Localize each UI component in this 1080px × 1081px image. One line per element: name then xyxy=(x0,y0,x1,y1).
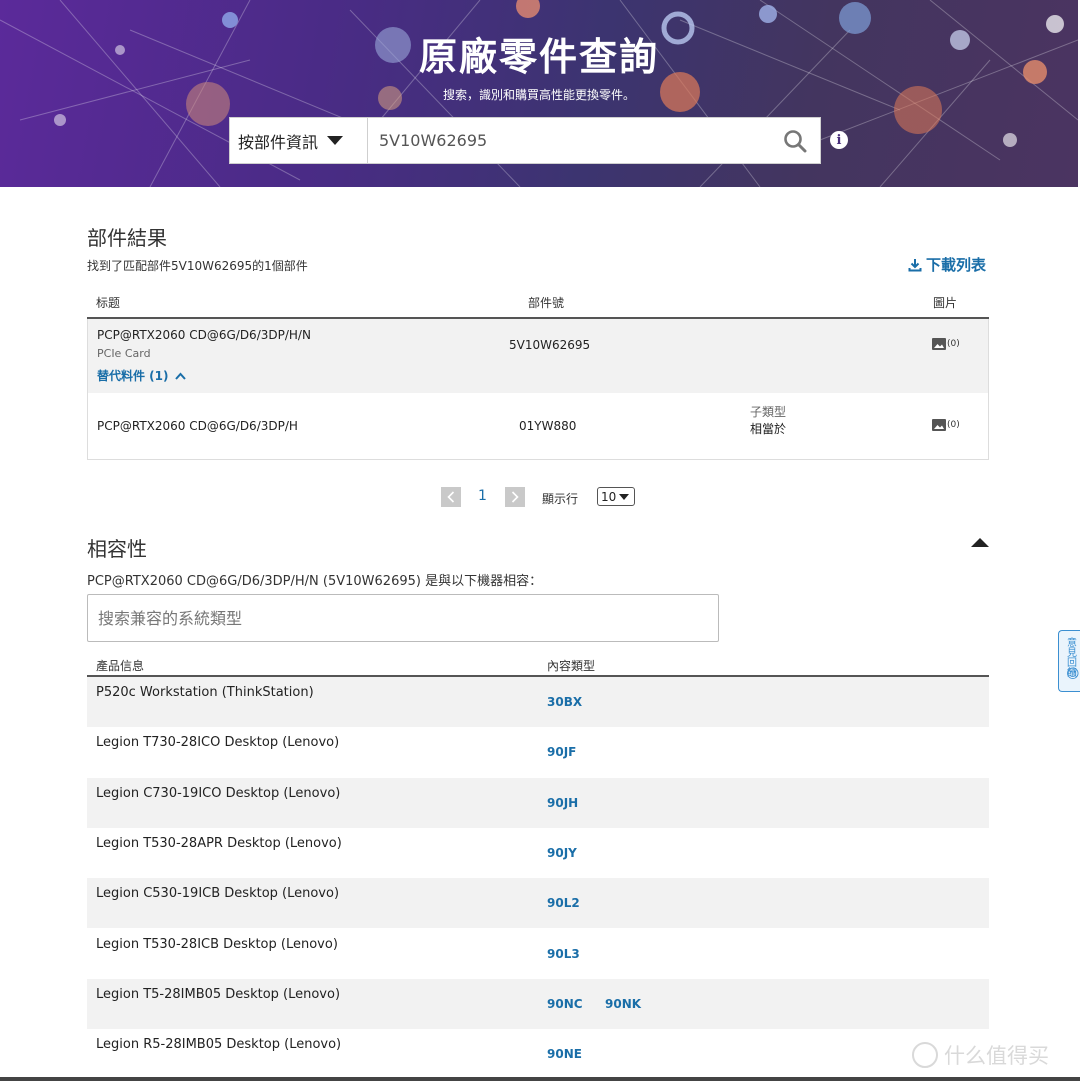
alternate-parts-label: 替代料件 (1) xyxy=(97,369,169,383)
product-name: Legion C530-19ICB Desktop (Lenovo) xyxy=(96,886,340,902)
machine-type-link[interactable]: 90NE xyxy=(547,1047,582,1061)
caret-down-icon xyxy=(327,136,344,145)
image-count: (0) xyxy=(947,339,960,349)
caret-down-icon xyxy=(619,493,630,500)
chevron-left-icon xyxy=(447,491,455,503)
bottom-border xyxy=(0,1077,1080,1081)
alt-part-title: PCP@RTX2060 CD@6G/D6/3DP/H xyxy=(97,419,298,433)
feedback-tab[interactable]: 意見回饋 ☺ xyxy=(1058,630,1080,692)
collapse-icon[interactable] xyxy=(971,538,989,547)
machine-type-link[interactable]: 90JF xyxy=(547,745,576,759)
part-number: 5V10W62695 xyxy=(509,338,591,352)
download-icon xyxy=(908,258,922,271)
col-image: 圖片 xyxy=(933,296,958,310)
product-name: P520c Workstation (ThinkStation) xyxy=(96,685,314,700)
alternate-parts-toggle[interactable]: 替代料件 (1) xyxy=(97,367,186,384)
product-name: Legion T530-28APR Desktop (Lenovo) xyxy=(96,835,342,851)
results-table: PCP@RTX2060 CD@6G/D6/3DP/H/N PCIe Card 替… xyxy=(87,319,989,460)
subtype-label: 子類型 xyxy=(750,405,787,419)
part-image-link[interactable]: (0) xyxy=(932,338,960,350)
table-row: PCP@RTX2060 CD@6G/D6/3DP/H/N PCIe Card 替… xyxy=(88,319,988,393)
table-row: Legion R5-28IMB05 Desktop (Lenovo) 90NE xyxy=(87,1029,989,1079)
alt-part-number: 01YW880 xyxy=(519,419,577,433)
product-name: Legion C730-19ICO Desktop (Lenovo) xyxy=(96,785,341,801)
machine-type-link[interactable]: 90L2 xyxy=(547,896,580,910)
compat-search-input[interactable] xyxy=(87,594,719,642)
product-name: Legion T5-28IMB05 Desktop (Lenovo) xyxy=(96,986,341,1002)
page-subtitle: 搜索，識別和購買高性能更換零件。 xyxy=(442,88,635,102)
page-number[interactable]: 1 xyxy=(478,488,487,504)
info-icon[interactable]: i xyxy=(830,131,848,149)
subtype-value: 相當於 xyxy=(750,422,787,436)
product-name: Legion T730-28ICO Desktop (Lenovo) xyxy=(96,735,340,751)
hero-banner: 原廠零件查詢 搜索，識別和購買高性能更換零件。 按部件資訊 i xyxy=(0,0,1078,187)
machine-type-link[interactable]: 90NC xyxy=(547,997,583,1011)
rows-per-page-value: 10 xyxy=(601,489,617,504)
info-glyph: i xyxy=(836,132,842,148)
chevron-up-icon xyxy=(174,372,186,380)
machine-type-link[interactable]: 90L3 xyxy=(547,947,580,961)
machine-type-link[interactable]: 90JH xyxy=(547,796,578,810)
col-part-no: 部件號 xyxy=(528,296,565,310)
search-type-label: 按部件資訊 xyxy=(238,132,319,152)
table-row: Legion C730-19ICO Desktop (Lenovo) 90JH xyxy=(87,777,989,828)
table-row: Legion T730-28ICO Desktop (Lenovo) 90JF xyxy=(87,727,989,777)
table-row: PCP@RTX2060 CD@6G/D6/3DP/H 01YW880 子類型 相… xyxy=(88,393,988,459)
machine-type-link[interactable]: 90JY xyxy=(547,846,577,860)
prev-page-button[interactable] xyxy=(441,487,461,507)
download-list-link[interactable]: 下載列表 xyxy=(908,254,986,275)
watermark: 什么值得买 xyxy=(912,1040,1049,1070)
part-category: PCIe Card xyxy=(97,347,151,360)
col-title: 标题 xyxy=(96,296,121,310)
results-table-header: 标题 部件號 圖片 xyxy=(87,289,989,319)
compat-heading: 相容性 xyxy=(87,537,147,561)
rows-per-page-select[interactable]: 10 xyxy=(597,487,635,506)
chevron-right-icon xyxy=(511,491,519,503)
search-button[interactable] xyxy=(770,118,820,163)
search-icon xyxy=(784,129,807,152)
product-name: Legion R5-28IMB05 Desktop (Lenovo) xyxy=(96,1037,342,1053)
table-row: Legion T530-28APR Desktop (Lenovo) 90JY xyxy=(87,828,989,878)
watermark-text: 什么值得买 xyxy=(944,1044,1049,1068)
results-summary: 找到了匹配部件5V10W62695的1個部件 xyxy=(87,259,308,273)
machine-type-link[interactable]: 30BX xyxy=(547,695,582,709)
table-row: P520c Workstation (ThinkStation) 30BX xyxy=(87,677,989,727)
image-icon xyxy=(932,419,946,431)
product-name: Legion T530-28ICB Desktop (Lenovo) xyxy=(96,936,338,952)
watermark-logo-icon xyxy=(912,1042,938,1068)
compat-table-header: 產品信息 內容類型 xyxy=(87,654,989,677)
image-icon xyxy=(932,338,946,350)
table-row: Legion C530-19ICB Desktop (Lenovo) 90L2 xyxy=(87,878,989,929)
part-title: PCP@RTX2060 CD@6G/D6/3DP/H/N xyxy=(97,328,311,342)
results-heading: 部件結果 xyxy=(87,226,167,250)
smiley-icon: ☺ xyxy=(1066,667,1080,682)
col-content-type: 內容類型 xyxy=(547,659,596,673)
rows-per-page-label: 顯示行 xyxy=(542,492,579,506)
download-label: 下載列表 xyxy=(926,256,987,274)
table-row: Legion T530-28ICB Desktop (Lenovo) 90L3 xyxy=(87,929,989,979)
table-row: Legion T5-28IMB05 Desktop (Lenovo) 90NC 90… xyxy=(87,978,989,1029)
alt-image-count: (0) xyxy=(947,420,960,430)
machine-type-link[interactable]: 90NK xyxy=(605,997,641,1011)
page-title: 原廠零件查詢 xyxy=(418,35,659,79)
col-product: 產品信息 xyxy=(96,659,145,673)
part-search-input[interactable] xyxy=(368,118,770,163)
next-page-button[interactable] xyxy=(505,487,525,507)
search-type-dropdown[interactable]: 按部件資訊 xyxy=(230,118,368,163)
search-bar: 按部件資訊 xyxy=(229,117,821,164)
compat-description: PCP@RTX2060 CD@6G/D6/3DP/H/N (5V10W62695… xyxy=(87,574,543,589)
alt-part-image-link[interactable]: (0) xyxy=(932,419,960,431)
